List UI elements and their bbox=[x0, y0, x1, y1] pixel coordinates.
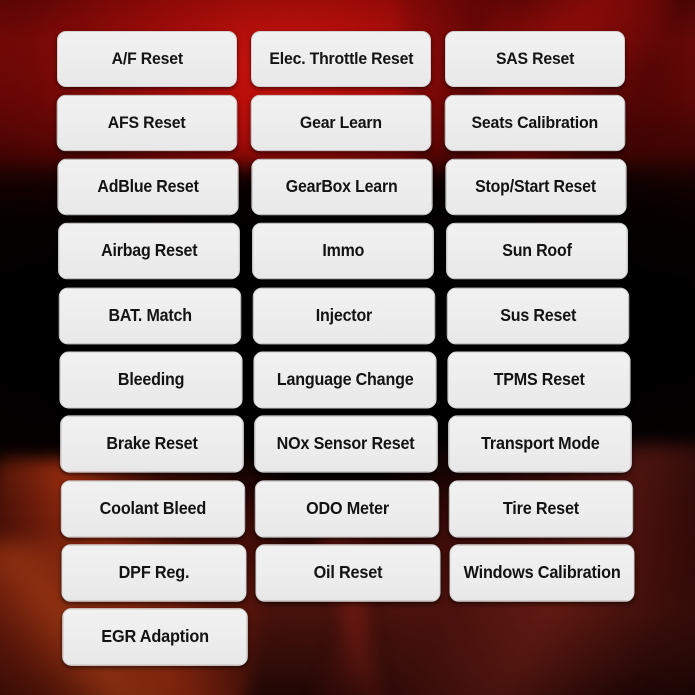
service-function-button-label: Bleeding bbox=[117, 369, 185, 390]
service-function-button[interactable]: Tire Reset bbox=[448, 480, 634, 538]
grid-row: DPF Reg. Oil Reset Windows Calibration bbox=[61, 544, 635, 602]
service-function-button-label: Stop/Start Reset bbox=[475, 176, 597, 197]
grid-row: Coolant Bleed ODO Meter Tire Reset bbox=[60, 480, 634, 538]
service-function-button[interactable]: Sun Roof bbox=[446, 222, 628, 280]
service-function-button[interactable]: EGR Adaption bbox=[62, 608, 248, 666]
grid-row: Brake Reset NOx Sensor Reset Transport Mod… bbox=[60, 415, 632, 473]
service-function-button-label: Sun Roof bbox=[502, 240, 572, 261]
grid-row: EGR Adaption bbox=[62, 608, 248, 666]
service-function-button-label: Injector bbox=[315, 305, 373, 326]
service-function-button-label: Coolant Bleed bbox=[99, 498, 207, 519]
service-function-button-label: AdBlue Reset bbox=[97, 176, 199, 197]
service-function-button[interactable]: NOx Sensor Reset bbox=[254, 415, 438, 473]
grid-row: Airbag Reset Immo Sun Roof bbox=[58, 222, 628, 280]
service-function-button-label: Elec. Throttle Reset bbox=[269, 49, 413, 68]
service-function-button[interactable]: AdBlue Reset bbox=[57, 158, 239, 216]
service-function-button-label: BAT. Match bbox=[108, 305, 192, 326]
service-function-button[interactable]: Stop/Start Reset bbox=[445, 158, 627, 216]
service-function-button-label: Windows Calibration bbox=[463, 562, 621, 583]
service-function-button[interactable]: Elec. Throttle Reset bbox=[251, 31, 431, 87]
service-function-button-label: SAS Reset bbox=[495, 49, 575, 68]
service-function-button[interactable]: BAT. Match bbox=[58, 287, 242, 345]
service-function-button[interactable]: A/F Reset bbox=[57, 31, 237, 87]
service-function-button-label: Seats Calibration bbox=[471, 112, 599, 133]
grid-row: BAT. Match Injector Sus Reset bbox=[58, 287, 630, 345]
service-function-button-label: Oil Reset bbox=[313, 562, 383, 583]
service-function-button[interactable]: Brake Reset bbox=[60, 415, 244, 473]
service-function-grid: A/F Reset Elec. Throttle Reset SAS Reset AF… bbox=[0, 0, 695, 695]
service-function-button-label: Brake Reset bbox=[106, 433, 198, 454]
grid-row: AdBlue Reset GearBox Learn Stop/Start Rese… bbox=[57, 158, 627, 216]
service-function-button[interactable]: ODO Meter bbox=[254, 480, 440, 538]
service-function-button-label: NOx Sensor Reset bbox=[277, 433, 415, 454]
service-function-button-label: AFS Reset bbox=[108, 112, 186, 133]
service-function-button-label: Transport Mode bbox=[480, 433, 600, 454]
service-function-button-label: DPF Reg. bbox=[118, 562, 190, 583]
grid-row: AFS Reset Gear Learn Seats Calibration bbox=[56, 94, 626, 152]
service-function-button[interactable]: Gear Learn bbox=[250, 94, 432, 152]
service-function-button[interactable]: Airbag Reset bbox=[58, 222, 240, 280]
service-function-button[interactable]: Immo bbox=[252, 222, 434, 280]
service-function-button-label: Sus Reset bbox=[500, 305, 576, 326]
grid-row: Bleeding Language Change TPMS Reset bbox=[59, 351, 631, 409]
service-function-button[interactable]: Bleeding bbox=[59, 351, 243, 409]
service-function-button-label: GearBox Learn bbox=[286, 176, 398, 197]
service-function-button[interactable]: Seats Calibration bbox=[444, 94, 626, 152]
service-function-button[interactable]: Oil Reset bbox=[255, 544, 441, 602]
service-function-button[interactable]: Injector bbox=[252, 287, 436, 345]
service-function-button-label: Gear Learn bbox=[300, 112, 382, 133]
service-function-button-label: A/F Reset bbox=[111, 49, 183, 68]
grid-row: A/F Reset Elec. Throttle Reset SAS Reset bbox=[57, 31, 625, 87]
service-function-button[interactable]: DPF Reg. bbox=[61, 544, 247, 602]
service-function-button-label: TPMS Reset bbox=[493, 369, 585, 390]
service-function-button[interactable]: TPMS Reset bbox=[447, 351, 631, 409]
service-function-button[interactable]: SAS Reset bbox=[445, 31, 625, 87]
service-function-button-label: EGR Adaption bbox=[101, 626, 209, 647]
service-function-button-label: ODO Meter bbox=[305, 498, 389, 519]
service-function-button[interactable]: Windows Calibration bbox=[449, 544, 635, 602]
service-function-button[interactable]: Language Change bbox=[253, 351, 437, 409]
service-function-button-label: Airbag Reset bbox=[100, 240, 198, 261]
service-functions-screen: A/F Reset Elec. Throttle Reset SAS Reset AF… bbox=[0, 0, 695, 695]
service-function-button-label: Immo bbox=[322, 240, 364, 261]
service-function-button-label: Language Change bbox=[276, 369, 414, 390]
service-function-button[interactable]: Transport Mode bbox=[448, 415, 632, 473]
service-function-button[interactable]: AFS Reset bbox=[56, 94, 238, 152]
service-function-button[interactable]: GearBox Learn bbox=[251, 158, 433, 216]
service-function-button[interactable]: Coolant Bleed bbox=[60, 480, 246, 538]
service-function-button[interactable]: Sus Reset bbox=[446, 287, 630, 345]
service-function-button-label: Tire Reset bbox=[502, 498, 580, 519]
